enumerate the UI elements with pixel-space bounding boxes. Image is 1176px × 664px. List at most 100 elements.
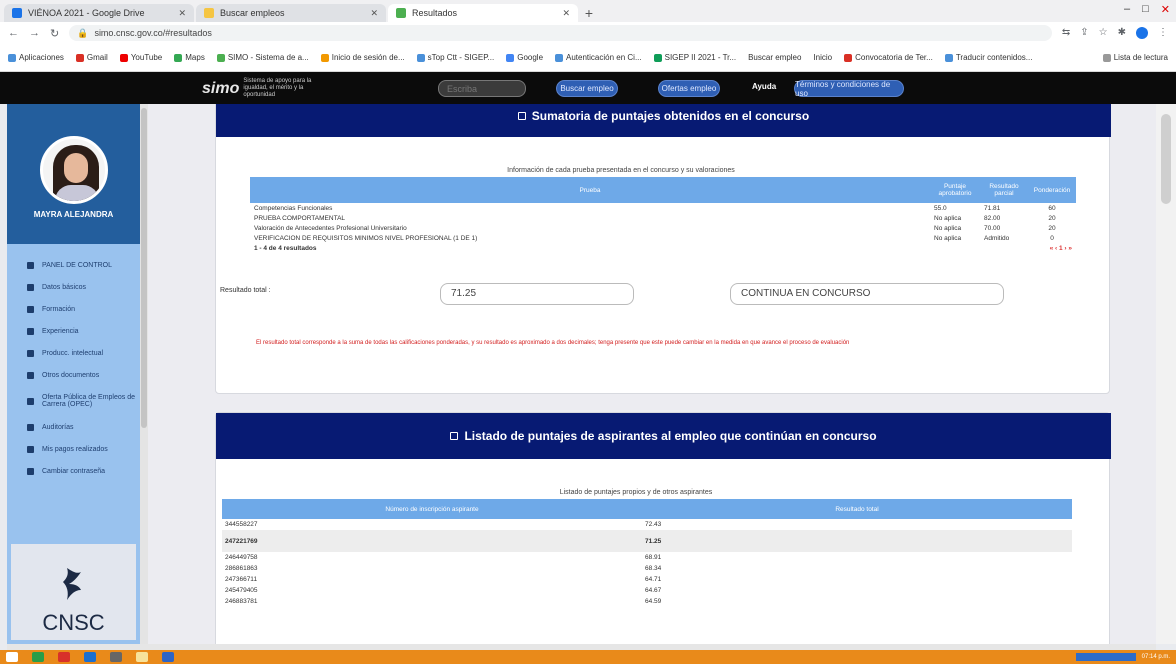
cell-prueba: PRUEBA COMPORTAMENTAL	[254, 214, 346, 222]
tray-icons[interactable]	[1075, 653, 1136, 661]
sidebar-item-label: Experiencia	[42, 327, 79, 335]
bookmark-convocatoria[interactable]: Convocatoria de Ter...	[844, 53, 933, 62]
window-controls: – □ ✕	[1124, 3, 1170, 16]
sidebar-item-contrasena[interactable]: Cambiar contraseña	[7, 460, 140, 482]
table-row: 344558227 72.43	[222, 519, 1072, 530]
bookmark-label: SIMO - Sistema de a...	[227, 53, 309, 62]
col-resultado[interactable]: Resultado parcial	[980, 177, 1028, 203]
col-prueba[interactable]: Prueba	[250, 177, 930, 203]
main-content: Sumatoria de puntajes obtenidos en el co…	[148, 104, 1156, 644]
lock-icon: 🔒	[77, 27, 89, 38]
sidebar-item-auditorias[interactable]: Auditorías	[7, 416, 140, 438]
clock: 07:14 p.m.	[1141, 654, 1170, 660]
cell-resultado: 64.71	[645, 576, 662, 583]
cell-resultado: 70.00	[984, 224, 1001, 232]
extensions-icon[interactable]: ✱	[1118, 27, 1126, 39]
cell-inscripcion: 344558227	[225, 521, 258, 528]
sidebar: MAYRA ALEJANDRA PANEL DE CONTROL Datos b…	[7, 104, 140, 644]
menu-icon[interactable]: ⋮	[1158, 27, 1168, 39]
bookmark-label: sTop Ctt - SIGEP...	[427, 53, 495, 62]
close-icon[interactable]: ✕	[562, 8, 570, 19]
sidebar-item-formacion[interactable]: Formación	[7, 298, 140, 320]
cnsc-logo: CNSC	[11, 544, 136, 640]
sidebar-item-produccion[interactable]: Producc. intelectual	[7, 342, 140, 364]
search-input[interactable]	[438, 80, 526, 97]
bookmark-buscar-empleo[interactable]: Buscar empleo	[748, 53, 801, 62]
cell-prueba: VERIFICACION DE REQUISITOS MINIMOS NIVEL…	[254, 234, 478, 242]
back-icon[interactable]: ←	[8, 27, 19, 39]
new-tab-button[interactable]: +	[580, 4, 598, 22]
status-field: CONTINUA EN CONCURSO	[730, 283, 1004, 305]
bookmark-google[interactable]: Google	[506, 53, 543, 62]
profile-avatar[interactable]	[1136, 27, 1148, 39]
sidebar-item-label: Otros documentos	[42, 371, 100, 379]
col-puntaje[interactable]: Puntaje aprobatorio	[930, 177, 980, 203]
sidebar-item-datos[interactable]: Datos básicos	[7, 276, 140, 298]
terms-button[interactable]: Términos y condiciones de uso	[794, 80, 904, 98]
start-icon[interactable]	[6, 652, 18, 662]
translate-icon[interactable]: ⇆	[1062, 27, 1070, 39]
sidebar-item-label: Auditorías	[42, 423, 74, 431]
cell-puntaje: No aplica	[934, 224, 962, 232]
url-input[interactable]: 🔒 simo.cnsc.gov.co/#resultados	[69, 25, 1052, 41]
minimize-icon[interactable]: –	[1124, 3, 1130, 16]
reading-list[interactable]: Lista de lectura	[1102, 53, 1168, 62]
bookmark-inicio-sesion[interactable]: Inicio de sesión de...	[320, 53, 405, 62]
cell-resultado: 64.59	[645, 598, 662, 605]
ofertas-button[interactable]: Ofertas empleo	[658, 80, 720, 97]
bookmark-autenticacion[interactable]: Autenticación en Ci...	[555, 53, 642, 62]
bookmark-youtube[interactable]: YouTube	[119, 53, 162, 62]
col-ponderacion[interactable]: Ponderación	[1028, 177, 1076, 203]
sidebar-item-opec[interactable]: Oferta Pública de Empleos de Carrera (OP…	[7, 386, 140, 416]
forward-icon[interactable]: →	[29, 27, 40, 39]
bookmark-sigep2[interactable]: SIGEP II 2021 - Tr...	[653, 53, 736, 62]
close-icon[interactable]: ✕	[178, 8, 186, 19]
bookmark-inicio[interactable]: Inicio	[813, 53, 832, 62]
sidebar-item-pagos[interactable]: Mis pagos realizados	[7, 438, 140, 460]
close-icon[interactable]: ✕	[370, 8, 378, 19]
chrome-icon[interactable]	[58, 652, 70, 662]
word-icon[interactable]	[84, 652, 96, 662]
star-icon[interactable]: ☆	[1099, 27, 1108, 39]
app-icon[interactable]	[162, 652, 174, 662]
simo-logo[interactable]: simo Sistema de apoyo para la igualdad, …	[202, 78, 313, 99]
folder-icon[interactable]	[136, 652, 148, 662]
table-row: VERIFICACION DE REQUISITOS MINIMOS NIVEL…	[250, 233, 1076, 243]
scores-panel: Sumatoria de puntajes obtenidos en el co…	[215, 104, 1111, 394]
reload-icon[interactable]: ↻	[50, 27, 59, 40]
bookmark-label: Inicio	[813, 53, 833, 62]
cell-resultado: 72.43	[645, 521, 662, 528]
browser-tab-drive[interactable]: VIÉNOA 2021 - Google Drive ✕	[4, 4, 194, 22]
bookmark-maps[interactable]: Maps	[174, 53, 205, 62]
media-icon[interactable]	[110, 652, 122, 662]
browser-icon[interactable]	[32, 652, 44, 662]
browser-tab-empleos[interactable]: Buscar empleos ✕	[196, 4, 386, 22]
cell-resultado: Admitido	[984, 234, 1010, 242]
content-scrollbar[interactable]	[1156, 104, 1176, 644]
browser-tab-resultados[interactable]: Resultados ✕	[388, 4, 578, 22]
search-button[interactable]: Buscar empleo	[556, 80, 618, 97]
share-icon[interactable]: ⇪	[1080, 27, 1088, 39]
avatar[interactable]	[39, 136, 108, 204]
bookmark-icon	[320, 53, 329, 62]
sidebar-item-label: PANEL DE CONTROL	[42, 261, 113, 269]
sidebar-item-panel[interactable]: PANEL DE CONTROL	[7, 254, 140, 276]
window-close-icon[interactable]: ✕	[1161, 3, 1170, 16]
bookmark-apps[interactable]: Aplicaciones	[8, 53, 64, 62]
sidebar-scrollbar[interactable]	[140, 104, 148, 644]
maximize-icon[interactable]: □	[1142, 3, 1149, 16]
bookmark-traducir[interactable]: Traducir contenidos...	[944, 53, 1032, 62]
cell-inscripcion: 247221769	[222, 530, 642, 552]
sidebar-item-experiencia[interactable]: Experiencia	[7, 320, 140, 342]
table-row: PRUEBA COMPORTAMENTAL No aplica 82.00 20	[250, 213, 1076, 223]
bookmark-icon	[555, 53, 564, 62]
help-link[interactable]: Ayuda	[752, 82, 776, 91]
col-resultado-total[interactable]: Resultado total	[642, 499, 1072, 519]
sidebar-item-documentos[interactable]: Otros documentos	[7, 364, 140, 386]
pagination[interactable]: « ‹ 1 › »	[1028, 243, 1076, 253]
col-inscripcion[interactable]: Número de inscripción aspirante	[222, 499, 642, 519]
bookmark-sigep[interactable]: sTop Ctt - SIGEP...	[416, 53, 495, 62]
url-text: simo.cnsc.gov.co/#resultados	[94, 28, 212, 38]
bookmark-simo[interactable]: SIMO - Sistema de a...	[216, 53, 309, 62]
bookmark-gmail[interactable]: Gmail	[75, 53, 108, 62]
